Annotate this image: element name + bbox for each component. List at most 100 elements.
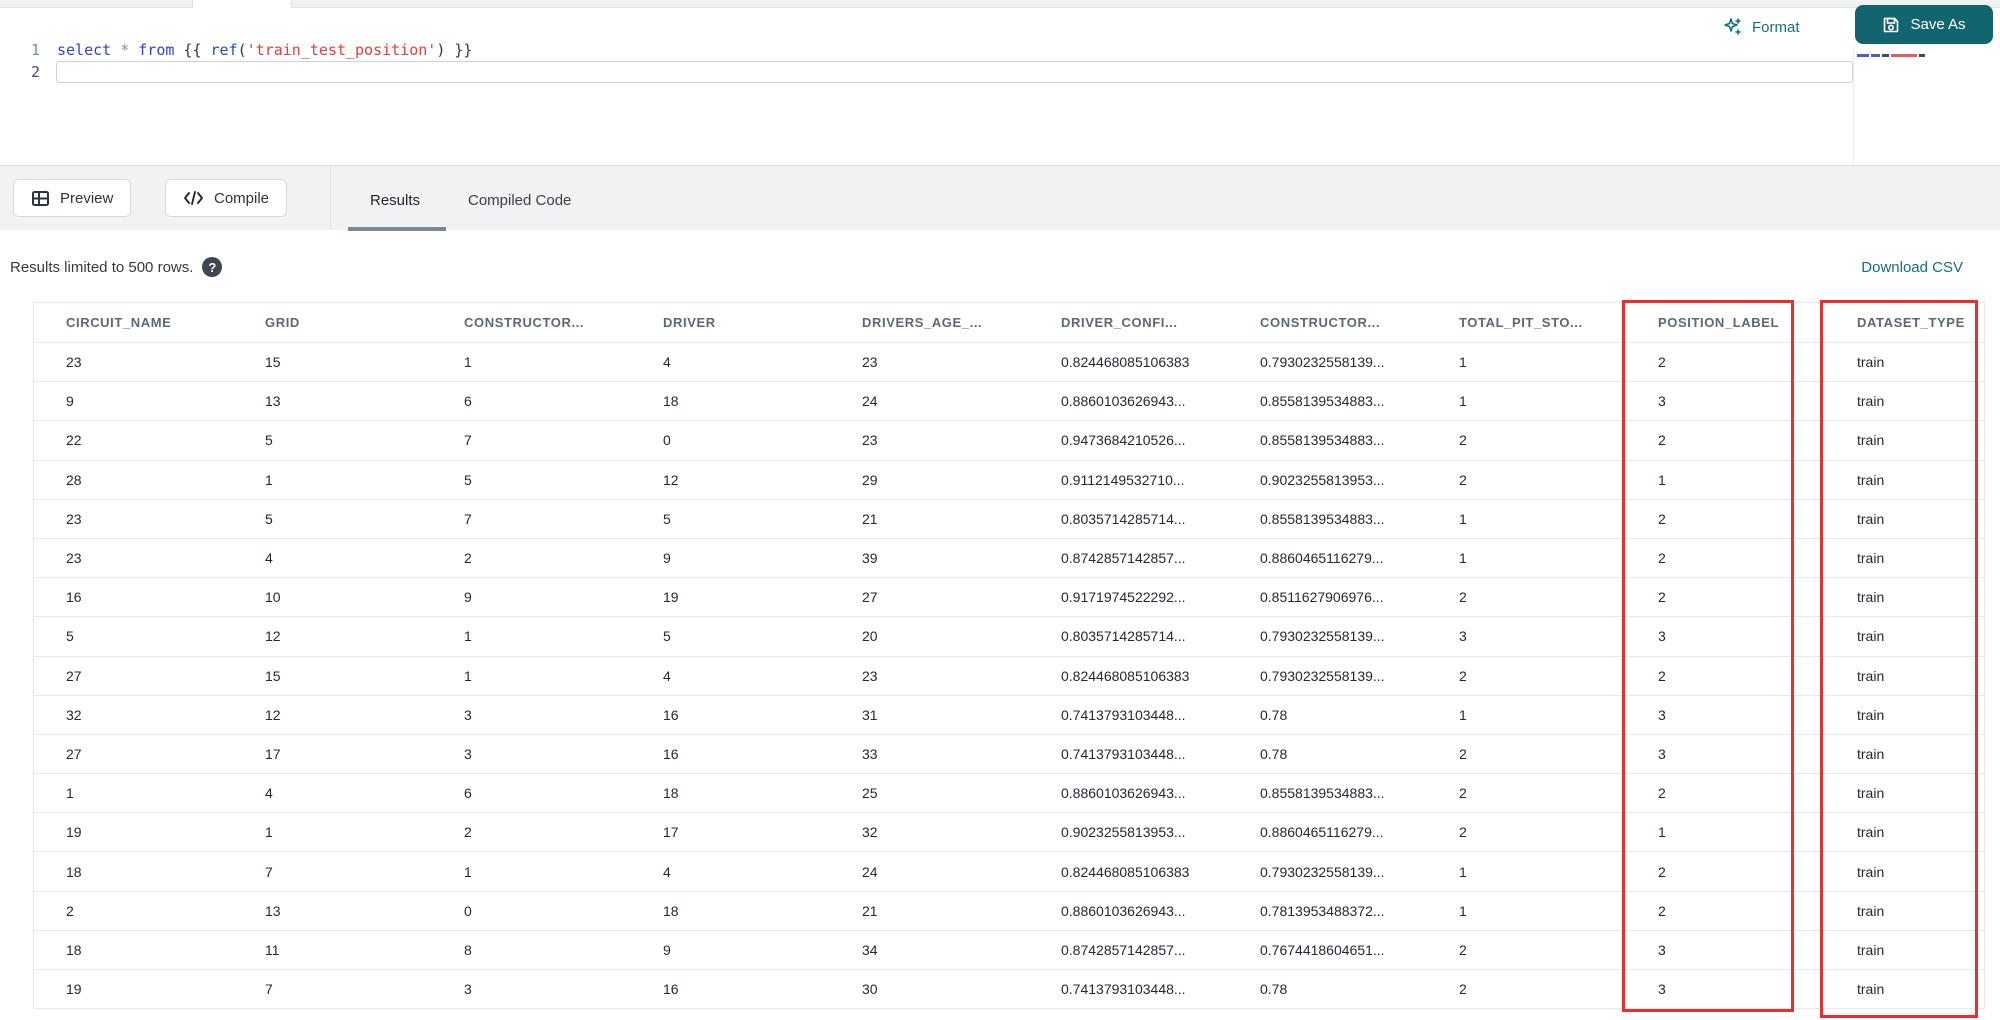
table-cell: 2 xyxy=(1459,471,1467,488)
table-row: 18 11 8 9 34 0.8742857142857... 0.767441860465… xyxy=(34,931,1984,970)
tab-results[interactable]: Results xyxy=(370,192,420,209)
table-cell: 7 xyxy=(464,432,472,449)
table-row: 27 17 3 16 33 0.7413793103448... 0.78 2 3 train xyxy=(34,735,1984,775)
save-as-button[interactable]: Save As xyxy=(1855,5,1993,44)
table-cell: 5 xyxy=(464,471,472,488)
table-header-row: CIRCUIT_NAME GRID CONSTRUCTOR... DRIVER DRIV… xyxy=(34,303,1984,343)
table-cell: 2 xyxy=(1658,785,1666,802)
table-cell: 0.9023255813953... xyxy=(1260,471,1385,488)
table-cell: 32 xyxy=(66,706,82,723)
format-button[interactable]: Format xyxy=(1723,9,1800,45)
line-number-2: 2 xyxy=(30,63,40,81)
table-cell: train xyxy=(1857,550,1885,567)
table-cell: 0.8035714285714... xyxy=(1061,510,1186,527)
table-cell: train xyxy=(1857,471,1885,488)
table-row: 23 5 7 5 21 0.8035714285714... 0.8558139534883… xyxy=(34,500,1984,539)
table-cell: 1 xyxy=(66,785,74,802)
table-cell: 28 xyxy=(66,471,82,488)
table-cell: 30 xyxy=(862,981,878,998)
download-csv-link[interactable]: Download CSV xyxy=(1861,259,1963,276)
table-row: 5 12 1 5 20 0.8035714285714... 0.7930232558139… xyxy=(34,617,1984,657)
code-token: 'train_test_position' xyxy=(246,41,437,59)
preview-button[interactable]: Preview xyxy=(13,179,132,217)
table-cell: 2 xyxy=(1658,550,1666,567)
table-cell: 0.8558139534883... xyxy=(1260,432,1385,449)
help-icon[interactable]: ? xyxy=(202,257,223,277)
table-cell: train xyxy=(1857,432,1885,449)
preview-label: Preview xyxy=(60,189,114,207)
code-token: {{ xyxy=(174,41,211,59)
table-cell: train xyxy=(1857,628,1885,645)
column-header: CONSTRUCTOR... xyxy=(464,315,585,330)
table-row: 22 5 7 0 23 0.9473684210526... 0.8558139534883… xyxy=(34,421,1984,461)
table-cell: 0.824468085106383 xyxy=(1061,667,1190,684)
table-cell: 4 xyxy=(265,550,273,567)
table-cell: train xyxy=(1857,510,1885,527)
table-cell: 9 xyxy=(663,550,671,567)
format-label: Format xyxy=(1752,18,1800,36)
table-cell: train xyxy=(1857,863,1885,880)
table-cell: 27 xyxy=(862,589,878,606)
table-cell: 5 xyxy=(265,432,273,449)
table-cell: 0.7413793103448... xyxy=(1061,981,1186,998)
column-header: DRIVER xyxy=(663,315,716,330)
table-cell: 1 xyxy=(1459,354,1467,371)
table-cell: 1 xyxy=(464,667,472,684)
column-header: POSITION_LABEL xyxy=(1658,315,1780,330)
table-cell: 23 xyxy=(862,432,878,449)
table-cell: 4 xyxy=(663,863,671,880)
results-limit-text: Results limited to 500 rows. xyxy=(10,258,194,276)
column-header: GRID xyxy=(265,315,300,330)
table-cell: train xyxy=(1857,706,1885,723)
table-cell: 0.8558139534883... xyxy=(1260,393,1385,410)
sql-editor[interactable]: 1 2 select * from {{ ref('train_test_pos… xyxy=(0,5,2000,169)
table-cell: 9 xyxy=(464,589,472,606)
table-cell: train xyxy=(1857,667,1885,684)
table-cell: 9 xyxy=(66,393,74,410)
table-cell: 2 xyxy=(1459,824,1467,841)
table-cell: 11 xyxy=(265,941,280,958)
code-token: * xyxy=(120,41,130,59)
table-cell: 0.7413793103448... xyxy=(1061,706,1186,723)
table-cell: 1 xyxy=(1658,824,1666,841)
table-cell: 13 xyxy=(265,393,281,410)
code-line-1[interactable]: select * from {{ ref('train_test_positio… xyxy=(57,40,472,60)
table-cell: 16 xyxy=(66,589,82,606)
table-cell: 0.9112149532710... xyxy=(1061,471,1185,488)
table-cell: 0.8558139534883... xyxy=(1260,510,1385,527)
column-header: DATASET_TYPE xyxy=(1857,315,1965,330)
table-cell: 0.7930232558139... xyxy=(1260,628,1385,645)
table-cell: 1 xyxy=(1459,863,1467,880)
table-cell: 0.78 xyxy=(1260,706,1288,723)
table-cell: 29 xyxy=(862,471,878,488)
table-cell: 4 xyxy=(265,785,273,802)
table-row: 9 13 6 18 24 0.8860103626943... 0.855813953488… xyxy=(34,382,1984,422)
table-cell: 0.9171974522292... xyxy=(1061,589,1186,606)
table-cell: 2 xyxy=(1658,863,1666,880)
table-cell: 3 xyxy=(1658,941,1666,958)
table-cell: 1 xyxy=(1658,471,1666,488)
table-row: 27 15 1 4 23 0.824468085106383 0.7930232558139… xyxy=(34,657,1984,696)
table-cell: 0.8860103626943... xyxy=(1061,785,1186,802)
compile-button[interactable]: Compile xyxy=(165,179,288,217)
table-cell: 2 xyxy=(464,550,472,567)
active-file-tab[interactable] xyxy=(192,0,292,8)
table-cell: 0.7813953488372... xyxy=(1260,902,1385,919)
code-minimap[interactable] xyxy=(1857,53,1947,57)
table-cell: 23 xyxy=(66,550,82,567)
active-tab-underline xyxy=(348,227,446,231)
table-cell: 3 xyxy=(1658,393,1666,410)
table-grid-icon xyxy=(32,190,49,206)
table-cell: 2 xyxy=(66,902,74,919)
save-as-label: Save As xyxy=(1910,16,1966,33)
table-row: 1 4 6 18 25 0.8860103626943... 0.8558139534883… xyxy=(34,774,1984,814)
code-token: ( xyxy=(237,41,247,59)
table-cell: 3 xyxy=(1459,628,1467,645)
tab-compiled-code[interactable]: Compiled Code xyxy=(468,192,571,209)
table-cell: 6 xyxy=(464,393,472,410)
active-line-highlight[interactable] xyxy=(56,61,1853,83)
table-row: 16 10 9 19 27 0.9171974522292... 0.85116279069… xyxy=(34,578,1984,618)
table-cell: 10 xyxy=(265,589,281,606)
